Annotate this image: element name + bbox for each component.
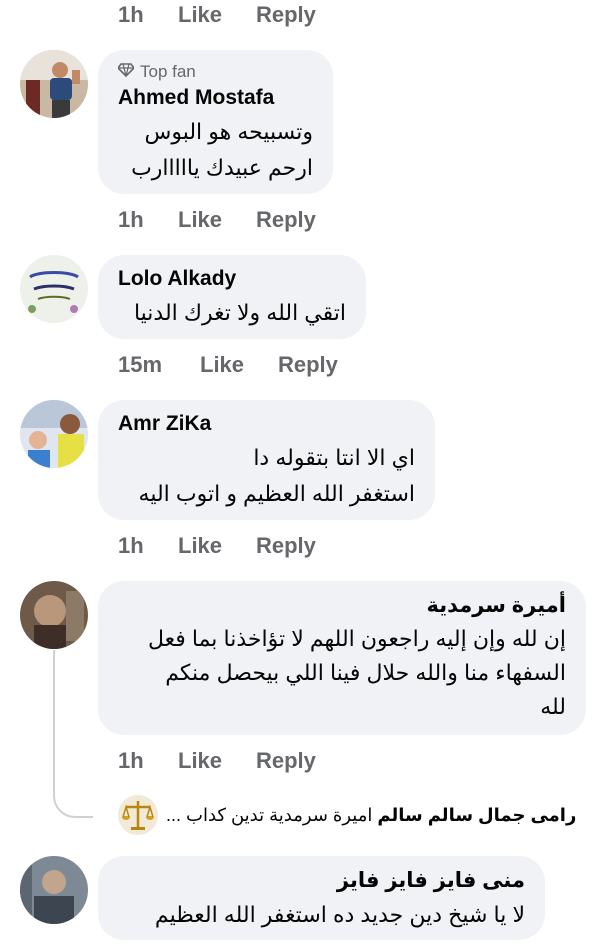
comment-line: السفهاء منا والله حلال فينا اللي بيحصل م… bbox=[165, 660, 566, 685]
comment-time: 1h bbox=[118, 533, 144, 558]
thread-connector bbox=[53, 650, 93, 818]
comment-text: اي الا انتا بتقوله دا استغفر الله العظيم… bbox=[118, 440, 415, 512]
comment-author[interactable]: أميرة سرمدية bbox=[118, 593, 566, 618]
avatar[interactable] bbox=[20, 50, 88, 118]
reply-button[interactable]: Reply bbox=[256, 2, 316, 28]
comment-bubble: أميرة سرمدية إن لله وإن إليه راجعون الله… bbox=[98, 581, 586, 735]
comment-text: لا يا شيخ دين جديد ده استغفر الله العظيم bbox=[118, 897, 525, 933]
comment-actions-top: 1h Like Reply bbox=[118, 2, 316, 28]
avatar-photo bbox=[20, 50, 88, 118]
comment-bubble: منى فايز فايز فايز لا يا شيخ دين جديد ده… bbox=[98, 856, 545, 940]
comment-line: اتقي الله ولا تغرك الدنيا bbox=[133, 300, 346, 325]
avatar[interactable] bbox=[20, 400, 88, 468]
comment-actions: 1h Like Reply bbox=[118, 533, 316, 559]
comment-actions: 1h Like Reply bbox=[118, 207, 316, 233]
reply-snippet: اميرة سرمدية تدين كداب ... bbox=[166, 804, 373, 825]
comment-line: ارحم عبيدك يااااارب bbox=[131, 155, 313, 180]
avatar-photo bbox=[20, 581, 88, 649]
comment-text: وتسبيحه هو البوس ارحم عبيدك يااااارب bbox=[118, 114, 313, 186]
comment-time: 15m bbox=[118, 352, 163, 377]
comment-bubble: Top fan Ahmed Mostafa وتسبيحه هو البوس ا… bbox=[98, 50, 333, 194]
comment-text: اتقي الله ولا تغرك الدنيا bbox=[118, 295, 346, 331]
reply-author[interactable]: رامى جمال سالم سالم bbox=[377, 805, 576, 825]
comment-text: إن لله وإن إليه راجعون اللهم لا تؤاخذنا … bbox=[118, 622, 566, 724]
avatar[interactable] bbox=[20, 255, 88, 323]
top-fan-badge: Top fan bbox=[116, 62, 313, 82]
reply-button[interactable]: Reply bbox=[256, 533, 316, 559]
comment-line: استغفر الله العظيم و اتوب اليه bbox=[138, 481, 415, 506]
comment-line: لا يا شيخ دين جديد ده استغفر الله العظيم bbox=[154, 902, 525, 927]
comment-bubble: Amr ZiKa اي الا انتا بتقوله دا استغفر ال… bbox=[98, 400, 435, 520]
comment-time: 1h bbox=[118, 748, 144, 773]
comment-author[interactable]: Ahmed Mostafa bbox=[118, 86, 313, 110]
avatar-photo bbox=[20, 255, 88, 323]
comment-author[interactable]: منى فايز فايز فايز bbox=[118, 868, 525, 893]
like-button[interactable]: Like bbox=[178, 207, 256, 233]
comment-author[interactable]: Lolo Alkady bbox=[118, 267, 346, 291]
avatar[interactable] bbox=[20, 856, 88, 924]
diamond-icon bbox=[116, 62, 136, 82]
like-button[interactable]: Like bbox=[200, 352, 278, 378]
reply-preview[interactable]: رامى جمال سالم سالم اميرة سرمدية تدين كد… bbox=[118, 793, 588, 837]
like-button[interactable]: Like bbox=[178, 533, 256, 559]
comment-line: اي الا انتا بتقوله دا bbox=[253, 445, 415, 470]
avatar[interactable] bbox=[20, 581, 88, 649]
like-button[interactable]: Like bbox=[178, 2, 256, 28]
scales-icon bbox=[118, 795, 158, 835]
comment-line: وتسبيحه هو البوس bbox=[144, 119, 313, 144]
reply-button[interactable]: Reply bbox=[278, 352, 338, 378]
reply-button[interactable]: Reply bbox=[256, 207, 316, 233]
comment-time: 1h bbox=[118, 2, 144, 27]
comment-actions: 15m Like Reply bbox=[118, 352, 338, 378]
top-fan-label: Top fan bbox=[140, 62, 196, 81]
reply-button[interactable]: Reply bbox=[256, 748, 316, 774]
avatar-photo bbox=[20, 400, 88, 468]
comment-time: 1h bbox=[118, 207, 144, 232]
comment-line: لله bbox=[540, 694, 566, 719]
comment-bubble: Lolo Alkady اتقي الله ولا تغرك الدنيا bbox=[98, 255, 366, 339]
reply-preview-text[interactable]: رامى جمال سالم سالم اميرة سرمدية تدين كد… bbox=[166, 805, 576, 826]
comment-line: إن لله وإن إليه راجعون اللهم لا تؤاخذنا … bbox=[147, 626, 566, 651]
comment-actions: 1h Like Reply bbox=[118, 748, 316, 774]
like-button[interactable]: Like bbox=[178, 748, 256, 774]
avatar-photo bbox=[20, 856, 88, 924]
comment-author[interactable]: Amr ZiKa bbox=[118, 412, 415, 436]
